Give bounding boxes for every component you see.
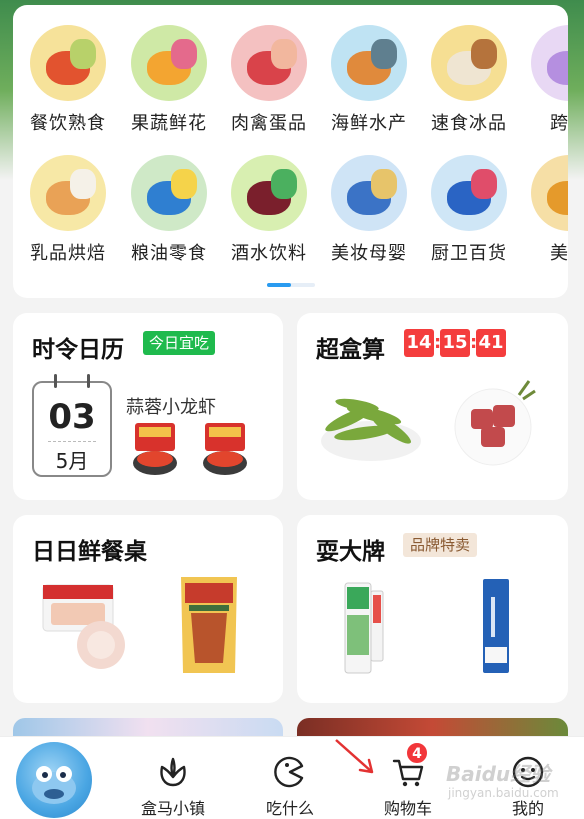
calendar-month: 5月: [55, 449, 89, 473]
watermark-text: Baidu经验: [446, 762, 551, 786]
tab-label: 购物车: [383, 799, 432, 818]
category-item[interactable]: 美味: [519, 155, 568, 275]
hema-mascot-button[interactable]: [16, 742, 92, 818]
category-item[interactable]: 酒水饮料: [219, 155, 319, 275]
watermark-url: jingyan.baidu.com: [448, 786, 559, 800]
dish-name: 蒜蓉小龙虾: [126, 397, 216, 418]
category-item[interactable]: 粮油零食: [119, 155, 219, 275]
green-beans-image: [321, 398, 421, 461]
category-row-2: 乳品烘焙 粮油零食 酒水饮料 美妆母婴 厨卫百货 美味: [13, 155, 568, 275]
timer-hours: 14: [404, 329, 434, 357]
beef-cubes-image: [454, 380, 536, 466]
drinks-icon: [231, 155, 307, 231]
eat-icon: [273, 755, 307, 789]
crayfish-icon: [30, 25, 106, 101]
countdown-timer: 14:15:41: [404, 329, 506, 357]
category-row-1: 餐饮熟食 果蔬鲜花 肉禽蛋品 海鲜水产 速食冰品 跨境: [13, 25, 568, 145]
page-indicator: [267, 283, 315, 287]
delicacy-icon: [531, 155, 568, 231]
category-label: 酒水饮料: [231, 243, 307, 264]
category-label: 美味: [550, 243, 568, 264]
annotation-arrow: [335, 739, 374, 774]
seasonal-calendar-card[interactable]: 时令日历 今日宜吃 03 5月 蒜蓉小龙虾: [13, 313, 283, 500]
fruit-icon: [131, 25, 207, 101]
blue-tube-image: [483, 579, 509, 673]
category-item[interactable]: 美妆母婴: [319, 155, 419, 275]
card-title: 耍大牌: [316, 539, 385, 565]
seafood-icon: [331, 25, 407, 101]
household-icon: [431, 155, 507, 231]
category-item[interactable]: 速食冰品: [419, 25, 519, 145]
dairy-icon: [30, 155, 106, 231]
cart-icon: 4: [391, 741, 429, 789]
cart-badge: 4: [405, 741, 429, 765]
category-label: 乳品烘焙: [30, 243, 106, 264]
category-label: 厨卫百货: [431, 243, 507, 264]
brand-tag: 品牌特卖: [403, 533, 478, 557]
category-label: 肉禽蛋品: [231, 113, 307, 134]
category-item[interactable]: 果蔬鲜花: [119, 25, 219, 145]
card-title: 日日鲜餐桌: [32, 539, 147, 565]
mascot-face-icon: [32, 766, 76, 804]
category-label: 跨境: [550, 113, 568, 134]
category-item[interactable]: 跨境: [519, 25, 568, 145]
category-item[interactable]: 乳品烘焙: [18, 155, 118, 275]
category-label: 速食冰品: [431, 113, 507, 134]
today-tag: 今日宜吃: [143, 331, 216, 355]
daily-fresh-card[interactable]: 日日鲜餐桌: [13, 515, 283, 703]
crayfish-product-image: [133, 423, 247, 475]
category-label: 餐饮熟食: [30, 113, 106, 134]
chicken-product-image: [42, 584, 125, 669]
timer-minutes: 15: [440, 329, 470, 357]
brand-sale-card[interactable]: 耍大牌 品牌特卖: [297, 515, 568, 703]
category-label: 果蔬鲜花: [131, 113, 207, 134]
snack-bag-image: [181, 577, 237, 673]
toothpaste-image: [344, 582, 384, 674]
calendar-day: 03: [48, 397, 96, 437]
tab-what-to-eat[interactable]: 吃什么: [245, 755, 335, 819]
tab-hema-town[interactable]: 盒马小镇: [128, 755, 218, 819]
tab-label: 盒马小镇: [140, 799, 205, 818]
category-item[interactable]: 餐饮熟食: [18, 25, 118, 145]
grain-oil-icon: [131, 155, 207, 231]
category-item[interactable]: 厨卫百货: [419, 155, 519, 275]
crossborder-icon: [531, 25, 568, 101]
category-card: 餐饮熟食 果蔬鲜花 肉禽蛋品 海鲜水产 速食冰品 跨境 乳品烘焙: [13, 5, 568, 298]
category-item[interactable]: 海鲜水产: [319, 25, 419, 145]
card-title: 时令日历: [32, 337, 124, 363]
lotus-icon: [156, 755, 190, 789]
category-label: 粮油零食: [131, 243, 207, 264]
meat-icon: [231, 25, 307, 101]
category-label: 海鲜水产: [331, 113, 407, 134]
tab-label: 吃什么: [265, 799, 314, 818]
beauty-baby-icon: [331, 155, 407, 231]
category-item[interactable]: 肉禽蛋品: [219, 25, 319, 145]
category-label: 美妆母婴: [331, 243, 407, 264]
calendar-icon: 03 5月: [32, 374, 112, 477]
dumpling-icon: [431, 25, 507, 101]
card-title: 超盒算: [316, 337, 385, 363]
timer-seconds: 41: [476, 329, 506, 357]
deal-card[interactable]: 超盒算 14:15:41: [297, 313, 568, 500]
